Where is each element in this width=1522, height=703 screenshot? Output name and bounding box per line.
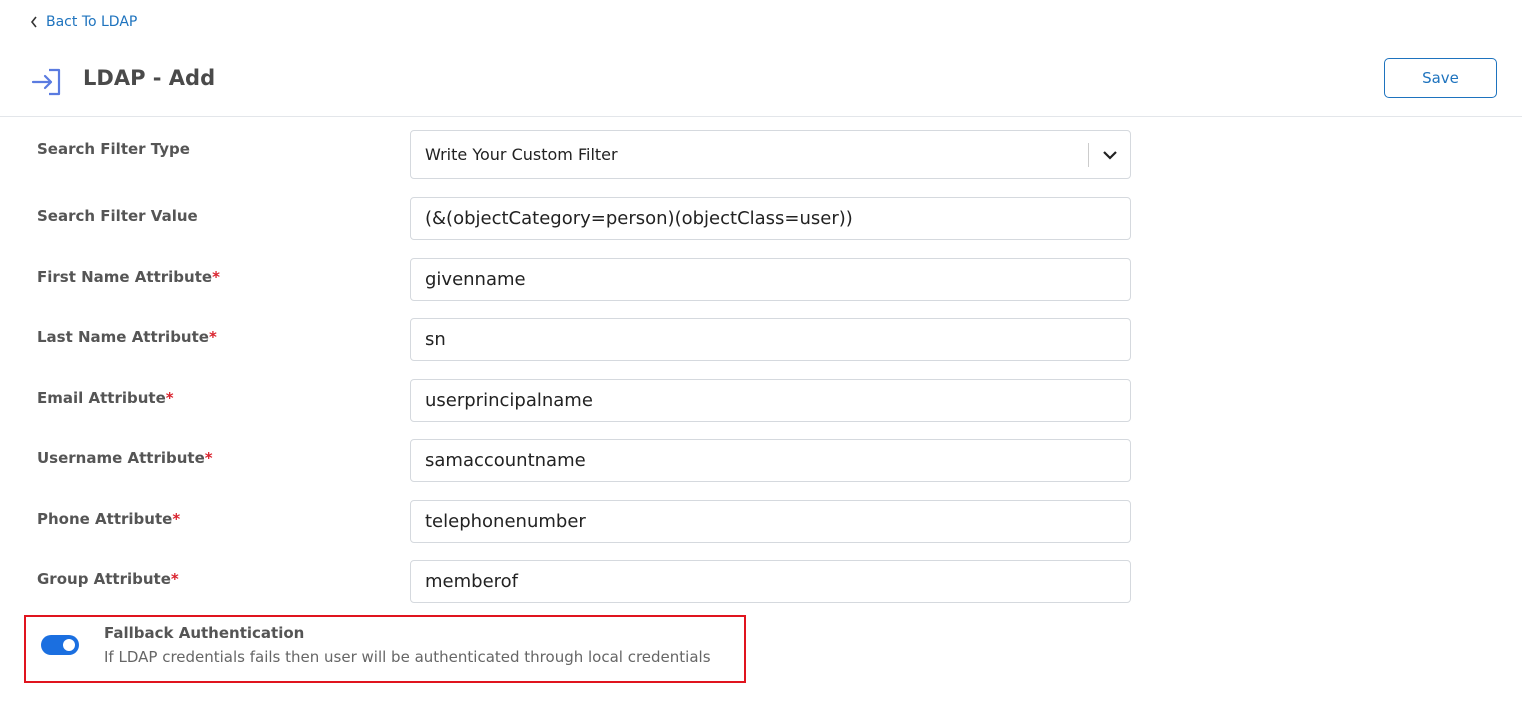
last-name-input[interactable]: sn — [410, 318, 1131, 361]
search-filter-type-select[interactable]: Write Your Custom Filter — [410, 130, 1131, 179]
username-input[interactable]: samaccountname — [410, 439, 1131, 482]
page-header: LDAP - Add Save — [0, 50, 1522, 117]
fallback-toggle[interactable] — [41, 635, 79, 655]
fallback-authentication-section: Fallback Authentication If LDAP credenti… — [24, 615, 746, 683]
group-label: Group Attribute* — [37, 570, 179, 588]
search-filter-type-label: Search Filter Type — [37, 140, 190, 158]
first-name-input[interactable]: givenname — [410, 258, 1131, 301]
back-link-label: Bact To LDAP — [46, 14, 138, 30]
search-filter-value-label: Search Filter Value — [37, 207, 198, 225]
back-to-ldap-link[interactable]: Bact To LDAP — [30, 14, 137, 30]
select-divider — [1088, 143, 1089, 167]
group-input[interactable]: memberof — [410, 560, 1131, 603]
email-label: Email Attribute* — [37, 389, 174, 407]
search-filter-type-value: Write Your Custom Filter — [425, 145, 618, 164]
username-label: Username Attribute* — [37, 449, 213, 467]
first-name-label: First Name Attribute* — [37, 268, 220, 286]
toggle-knob — [63, 639, 75, 651]
sign-in-icon — [31, 68, 61, 96]
phone-input[interactable]: telephonenumber — [410, 500, 1131, 543]
chevron-left-icon — [30, 16, 37, 28]
search-filter-value-input[interactable]: (&(objectCategory=person)(objectClass=us… — [410, 197, 1131, 240]
email-input[interactable]: userprincipalname — [410, 379, 1131, 422]
page-title: LDAP - Add — [83, 66, 216, 90]
chevron-down-icon — [1103, 151, 1117, 160]
fallback-description: If LDAP credentials fails then user will… — [104, 648, 711, 666]
save-button[interactable]: Save — [1384, 58, 1497, 98]
fallback-title: Fallback Authentication — [104, 624, 305, 642]
last-name-label: Last Name Attribute* — [37, 328, 217, 346]
phone-label: Phone Attribute* — [37, 510, 181, 528]
